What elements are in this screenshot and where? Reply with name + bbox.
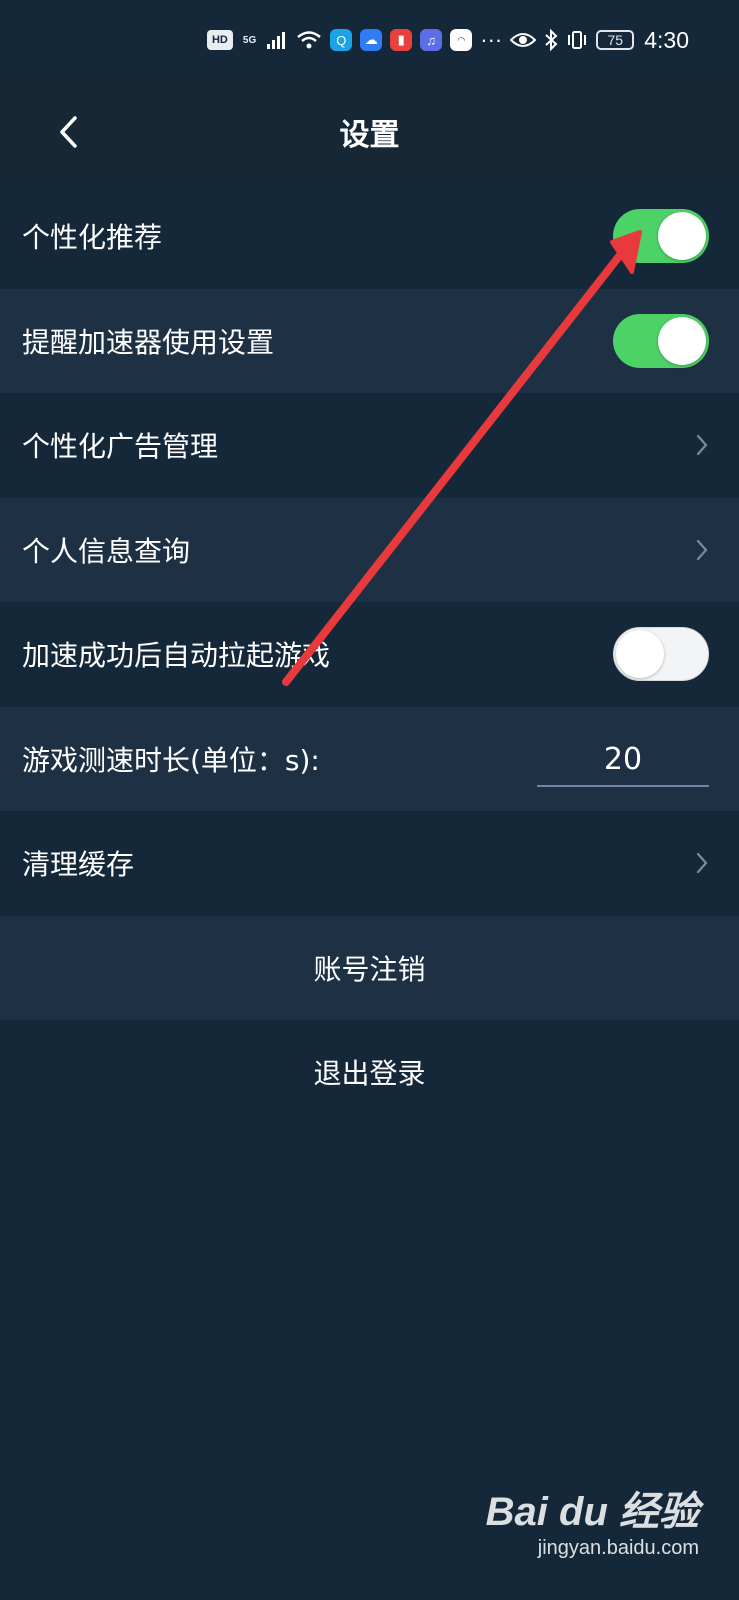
baidu-watermark: Bai du 经验 jingyan.baidu.com	[486, 1479, 699, 1560]
setting-auto-launch-game: 加速成功后自动拉起游戏	[0, 602, 739, 707]
toggle-knob	[616, 630, 664, 679]
search-app-icon: Q	[330, 29, 353, 51]
accelerator-reminder-toggle[interactable]	[613, 313, 709, 368]
cancel-account-label: 账号注销	[313, 952, 426, 986]
header: 设置	[0, 80, 739, 184]
vibrate-icon	[568, 31, 587, 49]
signal-icon	[267, 32, 286, 49]
eye-icon	[510, 33, 537, 47]
auto-launch-game-toggle[interactable]	[613, 627, 709, 682]
more-notifications-icon: ···	[480, 27, 503, 52]
setting-speed-test: 游戏测速时长(单位：s):	[0, 706, 739, 811]
setting-accelerator-reminder: 提醒加速器使用设置	[0, 288, 739, 393]
setting-ad-management[interactable]: 个性化广告管理	[0, 393, 739, 498]
watermark-url: jingyan.baidu.com	[537, 1537, 699, 1559]
chevron-right-icon	[696, 435, 708, 456]
cancel-account-button[interactable]: 账号注销	[0, 915, 739, 1020]
book-app-icon: ▮	[390, 29, 413, 51]
toggle-knob	[658, 212, 706, 261]
setting-personalized-recommend: 个性化推荐	[0, 184, 739, 289]
status-bar: HD 5G Q ☁ ▮ ♫ ◠ ··· 75 4:30	[0, 0, 739, 80]
setting-personal-info[interactable]: 个人信息查询	[0, 497, 739, 602]
chevron-right-icon	[696, 539, 708, 560]
clock: 4:30	[644, 26, 689, 53]
battery-icon: 75	[596, 30, 635, 50]
watermark-logo: Bai du 经验	[485, 1490, 699, 1534]
network-badge: 5G	[242, 34, 257, 46]
setting-clear-cache[interactable]: 清理缓存	[0, 811, 739, 916]
wifi-icon	[297, 31, 322, 49]
logout-label: 退出登录	[313, 1057, 426, 1091]
personalized-recommend-toggle[interactable]	[613, 209, 709, 264]
huawei-app-icon: ◠	[450, 29, 473, 51]
chevron-right-icon	[696, 853, 708, 874]
page-title: 设置	[339, 118, 400, 153]
setting-label: 清理缓存	[22, 848, 135, 882]
bluetooth-icon	[545, 29, 558, 51]
setting-label: 个人信息查询	[22, 534, 191, 568]
music-app-icon: ♫	[420, 29, 443, 51]
toggle-knob	[658, 316, 706, 365]
logout-button[interactable]: 退出登录	[0, 1020, 739, 1125]
settings-list: 个性化推荐 提醒加速器使用设置 个性化广告管理 个人信息查询 加速成功后自动拉起…	[0, 184, 739, 1125]
hd-badge: HD	[206, 30, 233, 50]
cloud-app-icon: ☁	[360, 29, 383, 51]
setting-label: 个性化广告管理	[22, 430, 219, 464]
speed-test-duration-input[interactable]	[537, 734, 709, 787]
